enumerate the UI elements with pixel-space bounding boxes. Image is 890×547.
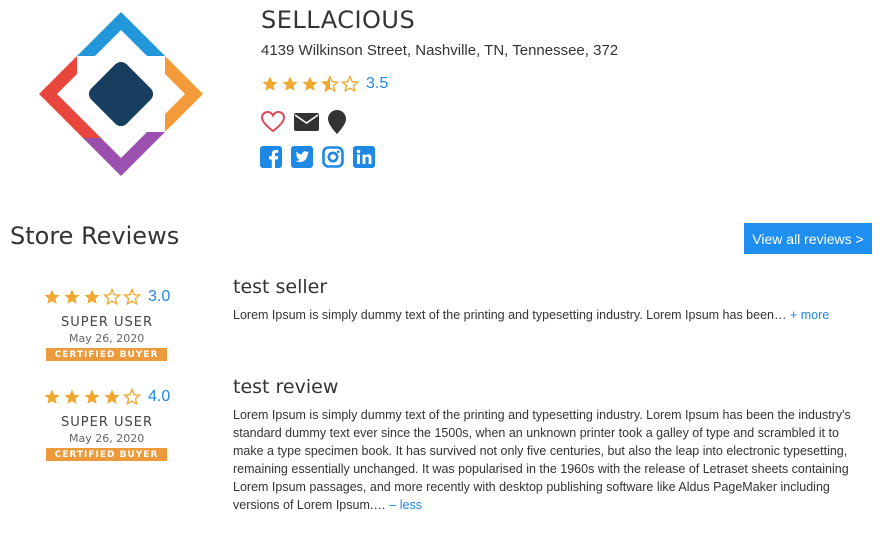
social-links: [260, 146, 384, 168]
map-marker-icon[interactable]: [328, 110, 346, 134]
twitter-icon[interactable]: [291, 146, 313, 168]
store-name: SELLACIOUS: [261, 6, 416, 34]
review-rating-stars: [43, 288, 143, 306]
star-full-icon: [64, 289, 80, 304]
star-full-icon: [44, 389, 60, 404]
star-empty-icon: [123, 288, 141, 306]
envelope-icon[interactable]: [294, 112, 319, 132]
store-logo: [37, 10, 205, 178]
view-all-reviews-button[interactable]: View all reviews >: [744, 223, 872, 254]
facebook-icon[interactable]: [260, 146, 282, 168]
linkedin-icon[interactable]: [353, 146, 375, 168]
review-less-link[interactable]: – less: [389, 498, 422, 512]
star-empty-icon: [123, 388, 141, 406]
certified-buyer-badge: CERTIFIED BUYER: [46, 448, 167, 461]
reviewer-name: SUPER USER: [61, 315, 153, 330]
certified-buyer-badge: CERTIFIED BUYER: [46, 348, 167, 361]
star-full-icon: [104, 389, 120, 404]
star-half-icon: [321, 75, 339, 93]
review-text: Lorem Ipsum is simply dummy text of the …: [233, 408, 851, 512]
review-title: test seller: [233, 276, 328, 298]
review-title: test review: [233, 376, 339, 398]
review-body: Lorem Ipsum is simply dummy text of the …: [233, 306, 868, 324]
store-address: 4139 Wilkinson Street, Nashville, TN, Te…: [261, 42, 619, 59]
review-date: May 26, 2020: [69, 432, 145, 445]
star-full-icon: [84, 289, 100, 304]
review-rating-value: 3.0: [148, 288, 171, 305]
store-reviews-heading: Store Reviews: [10, 222, 180, 250]
review-rating-stars: [43, 388, 143, 406]
store-rating-value: 3.5: [366, 75, 389, 92]
store-rating: 3.5: [261, 75, 388, 93]
star-full-icon: [64, 389, 80, 404]
star-full-icon: [262, 76, 278, 91]
star-empty-icon: [103, 288, 121, 306]
review-date: May 26, 2020: [69, 332, 145, 345]
review-text: Lorem Ipsum is simply dummy text of the …: [233, 308, 787, 322]
star-full-icon: [282, 76, 298, 91]
reviewer-name: SUPER USER: [61, 415, 153, 430]
heart-icon[interactable]: [261, 111, 285, 133]
review-rating-value: 4.0: [148, 388, 171, 405]
star-full-icon: [44, 289, 60, 304]
star-full-icon: [302, 76, 318, 91]
star-empty-icon: [341, 75, 359, 93]
review-body: Lorem Ipsum is simply dummy text of the …: [233, 406, 868, 514]
store-rating-stars: [261, 75, 361, 93]
instagram-icon[interactable]: [322, 146, 344, 168]
store-actions: [261, 110, 355, 134]
review-more-link[interactable]: + more: [790, 308, 829, 322]
star-full-icon: [84, 389, 100, 404]
